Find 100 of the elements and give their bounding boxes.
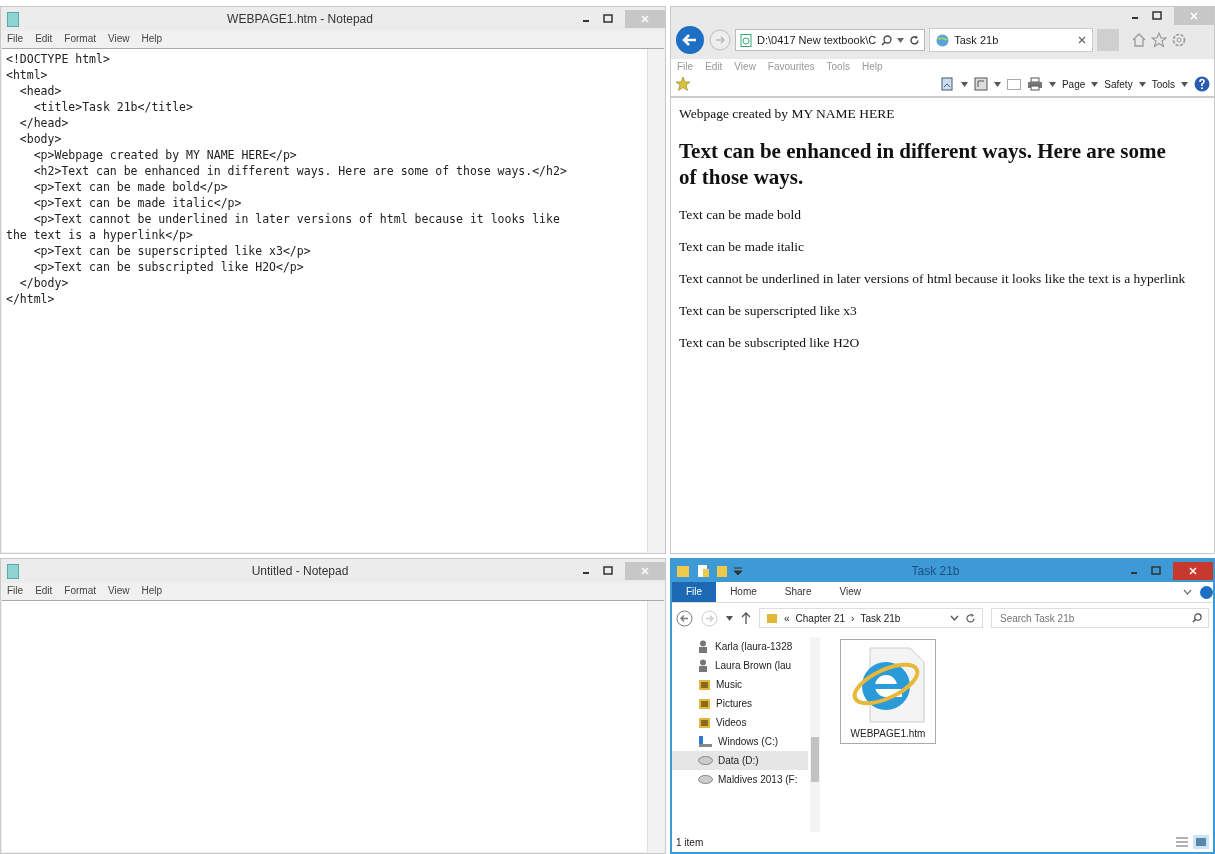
close-button[interactable]: [1173, 562, 1213, 580]
command-menu-button[interactable]: Safety: [1104, 78, 1133, 90]
menu-item[interactable]: File: [7, 585, 24, 596]
breadcrumb-item[interactable]: Task 21b: [860, 612, 901, 624]
caret-icon[interactable]: [1091, 81, 1099, 87]
scrollbar[interactable]: [647, 601, 664, 852]
menu-item[interactable]: Help: [141, 33, 163, 44]
nav-item[interactable]: Karla (laura-1328: [672, 637, 808, 656]
address-bar[interactable]: D:\0417 New textbook\C: [735, 29, 926, 51]
menu-item[interactable]: Help: [141, 585, 163, 596]
code-line: <title>Task 21b</title>: [32, 99, 194, 115]
file-item[interactable]: WEBPAGE1.htm: [840, 639, 936, 744]
chevron-icon[interactable]: [1183, 589, 1192, 595]
close-icon: [1189, 567, 1197, 575]
menu-item[interactable]: File: [7, 33, 24, 44]
ribbon-tab[interactable]: View: [825, 582, 875, 602]
window-title: Task 21b: [910, 564, 961, 578]
globe-icon: [936, 33, 950, 47]
chevron-icon[interactable]: [950, 615, 959, 621]
drive-icon: [698, 775, 713, 784]
nav-item[interactable]: Maldives 2013 (F:: [672, 770, 808, 789]
ribbon-tab[interactable]: Share: [770, 582, 826, 602]
notepad-icon: [7, 11, 19, 27]
refresh-icon[interactable]: [909, 34, 921, 46]
scrollbar[interactable]: [647, 49, 664, 552]
caret-icon[interactable]: [1048, 81, 1056, 87]
caret-icon[interactable]: [993, 81, 1001, 87]
page-heading: Text can be enhanced in different ways. Here are some of those ways.: [679, 138, 1167, 190]
caret-icon[interactable]: [1138, 81, 1146, 87]
maximize-icon[interactable]: [603, 566, 613, 576]
menu-item[interactable]: Format: [64, 585, 97, 596]
ribbon-tab[interactable]: Home: [716, 582, 771, 602]
code-line: </body>: [18, 275, 70, 291]
menu-item[interactable]: Edit: [35, 585, 53, 596]
breadcrumb-item[interactable]: ›: [851, 612, 855, 624]
maximize-icon[interactable]: [1152, 11, 1162, 21]
page-paragraph: Text can be made italic: [679, 239, 805, 254]
caret-icon[interactable]: [726, 615, 733, 621]
nav-item[interactable]: Windows (C:): [672, 732, 808, 751]
code-line: the text is a hyperlink</p>: [6, 227, 194, 243]
page-paragraph: Text cannot be underlined in later versions of html because it looks like the text is a hyperlink: [679, 271, 1187, 286]
nav-item[interactable]: Music: [672, 675, 808, 694]
menu-item[interactable]: Format: [64, 33, 97, 44]
drive-icon: [698, 735, 713, 748]
refresh-icon[interactable]: [965, 612, 976, 624]
nav-item[interactable]: Laura Brown (lau: [672, 656, 808, 675]
caret-icon[interactable]: [960, 81, 968, 87]
help-icon[interactable]: [1194, 76, 1210, 92]
folder-icon: [766, 612, 778, 624]
scrollbar[interactable]: [810, 637, 820, 832]
printer-icon[interactable]: [1026, 77, 1043, 91]
search-input[interactable]: Search Task 21b: [998, 611, 1192, 625]
menu-item[interactable]: View: [108, 33, 130, 44]
folder-icon: [698, 678, 711, 691]
command-menu-button[interactable]: Tools: [1151, 78, 1175, 90]
caret-icon[interactable]: [734, 567, 742, 575]
notepad-icon: [7, 563, 19, 579]
favorites-star-icon[interactable]: [675, 76, 691, 92]
search-field[interactable]: Search Task 21b: [991, 608, 1209, 628]
settings-icon[interactable]: [1171, 32, 1188, 48]
back-icon[interactable]: [676, 609, 693, 627]
nav-item[interactable]: Data (D:): [672, 751, 808, 770]
maximize-icon[interactable]: [1151, 566, 1161, 576]
breadcrumb-item[interactable]: Chapter 21: [795, 612, 846, 624]
browser-tab[interactable]: Task 21b: [929, 28, 1094, 52]
properties-icon[interactable]: [696, 564, 710, 578]
ribbon-tab[interactable]: File: [672, 582, 717, 602]
breadcrumb-bar[interactable]: « Chapter 21 › Task 21b: [759, 608, 983, 628]
up-arrow-icon[interactable]: [741, 612, 751, 624]
code-line: <body>: [18, 131, 63, 147]
menu-item[interactable]: View: [108, 585, 130, 596]
back-icon[interactable]: [675, 25, 705, 55]
large-icons-view-icon[interactable]: [1193, 835, 1209, 849]
code-line: </head>: [18, 115, 70, 131]
user-icon: [698, 659, 710, 672]
search-icon[interactable]: [881, 34, 893, 46]
page-paragraph: Webpage created by MY NAME HERE: [679, 106, 896, 121]
status-text: 1 item: [676, 836, 705, 848]
page-paragraph: Text can be made bold: [679, 207, 802, 222]
caret-icon[interactable]: [1181, 81, 1188, 87]
close-icon[interactable]: [1078, 36, 1087, 44]
caret-icon[interactable]: [897, 37, 905, 43]
help-icon[interactable]: [1200, 585, 1213, 599]
folder-icon: [698, 697, 711, 710]
close-icon: [641, 567, 649, 575]
search-icon[interactable]: [1192, 613, 1202, 623]
command-menu-button[interactable]: Page: [1061, 78, 1086, 90]
nav-item[interactable]: Pictures: [672, 694, 808, 713]
star-icon[interactable]: [1151, 32, 1168, 48]
home-page-icon[interactable]: [938, 76, 955, 92]
home-icon[interactable]: [1131, 32, 1148, 48]
mail-icon[interactable]: [1006, 78, 1021, 90]
menu-item[interactable]: Edit: [35, 33, 53, 44]
code-line: <p>Text can be superscripted like x3</p>: [32, 243, 312, 259]
page-paragraph: Text can be subscripted like H2O: [679, 335, 861, 350]
breadcrumb-item[interactable]: «: [784, 612, 790, 624]
tab-title: Task 21b: [954, 34, 1000, 46]
maximize-icon[interactable]: [603, 14, 613, 24]
page-icon: [740, 33, 752, 47]
nav-item[interactable]: Videos: [672, 713, 808, 732]
